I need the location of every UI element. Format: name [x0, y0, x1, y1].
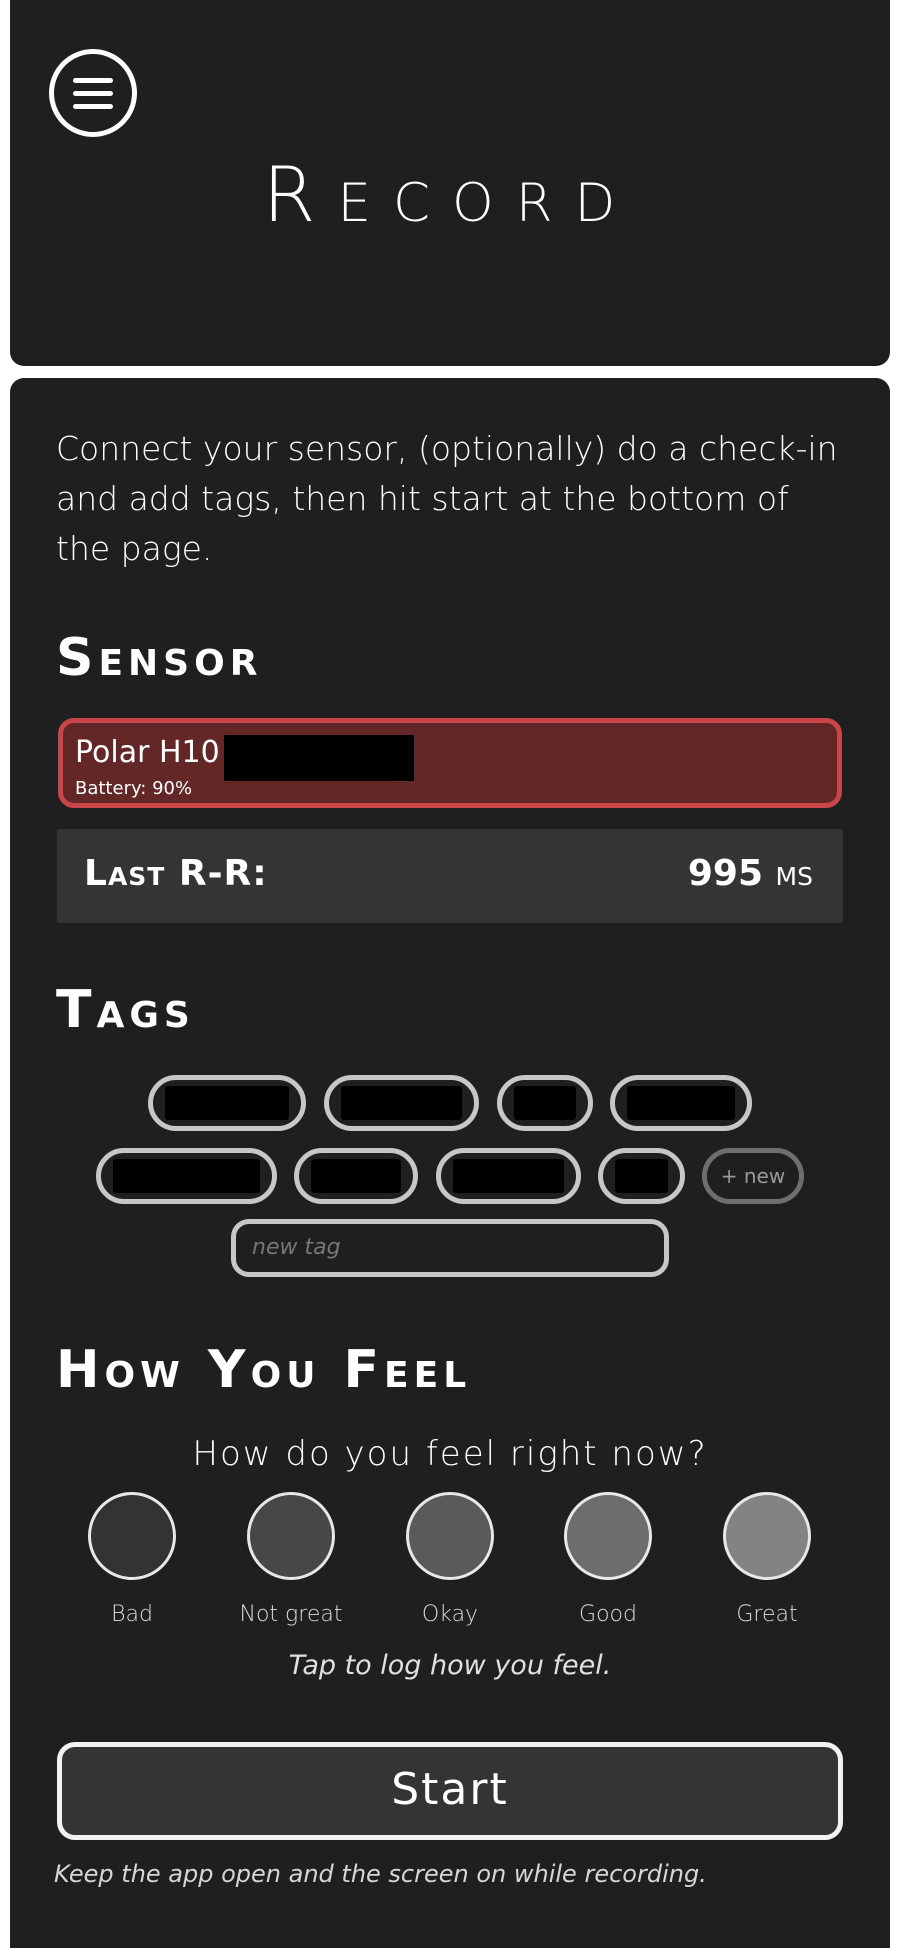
tag-chip[interactable] [497, 1075, 593, 1131]
last-rr-number: 995 [687, 853, 763, 894]
redacted-tag-label [615, 1159, 668, 1193]
feel-label: Bad [111, 1602, 153, 1627]
feel-section-title: How You Feel [56, 1340, 472, 1400]
new-tag-button[interactable]: + new [702, 1148, 804, 1204]
sensor-device-name: Polar H10 [75, 735, 220, 770]
feel-circle[interactable] [88, 1492, 176, 1580]
tag-chip[interactable] [294, 1148, 418, 1204]
start-button[interactable]: Start [57, 1742, 843, 1840]
tag-chip[interactable] [148, 1075, 306, 1131]
redacted-device-id [224, 735, 414, 781]
tag-chip[interactable] [324, 1075, 479, 1131]
tag-chip[interactable] [598, 1148, 685, 1204]
last-rr-row: Last R-R: 995 ms [57, 829, 843, 923]
feel-option-great[interactable]: Great [697, 1492, 837, 1627]
feel-option-good[interactable]: Good [538, 1492, 678, 1627]
redacted-tag-label [627, 1086, 735, 1120]
feel-circle[interactable] [723, 1492, 811, 1580]
redacted-tag-label [341, 1086, 462, 1120]
last-rr-unit: ms [775, 853, 813, 894]
last-rr-label: Last R-R: [84, 853, 268, 894]
feel-circle[interactable] [564, 1492, 652, 1580]
tags-section-title: Tags [56, 980, 195, 1040]
feel-question: How do you feel right now? [192, 1434, 708, 1474]
feel-label: Good [579, 1602, 637, 1627]
feel-option-not-great[interactable]: Not great [221, 1492, 361, 1627]
feel-circle[interactable] [406, 1492, 494, 1580]
sensor-device-card[interactable]: Polar H10 Battery: 90% [58, 718, 842, 808]
redacted-tag-label [311, 1159, 401, 1193]
tag-chip[interactable] [436, 1148, 581, 1204]
feel-option-bad[interactable]: Bad [62, 1492, 202, 1627]
feel-label: Great [736, 1602, 798, 1627]
sensor-battery: Battery: 90% [75, 778, 193, 799]
tag-chip[interactable] [96, 1148, 277, 1204]
feel-circle[interactable] [247, 1492, 335, 1580]
tag-chip[interactable] [610, 1075, 752, 1131]
redacted-tag-label [113, 1159, 260, 1193]
last-rr-value: 995 ms [688, 853, 813, 894]
intro-text: Connect your sensor, (optionally) do a c… [56, 429, 838, 568]
feel-hint: Tap to log how you feel. [288, 1650, 612, 1681]
feel-option-okay[interactable]: Okay [380, 1492, 520, 1627]
feel-label: Okay [421, 1602, 479, 1627]
new-tag-input[interactable]: new tag [231, 1219, 669, 1277]
redacted-tag-label [165, 1086, 289, 1120]
sensor-section-title: Sensor [56, 628, 263, 688]
page-title: Record [262, 150, 638, 239]
recording-note: Keep the app open and the screen on whil… [54, 1860, 707, 1888]
feel-label: Not great [239, 1602, 343, 1627]
redacted-tag-label [453, 1159, 564, 1193]
hamburger-menu-icon[interactable] [49, 49, 137, 137]
redacted-tag-label [514, 1086, 576, 1120]
